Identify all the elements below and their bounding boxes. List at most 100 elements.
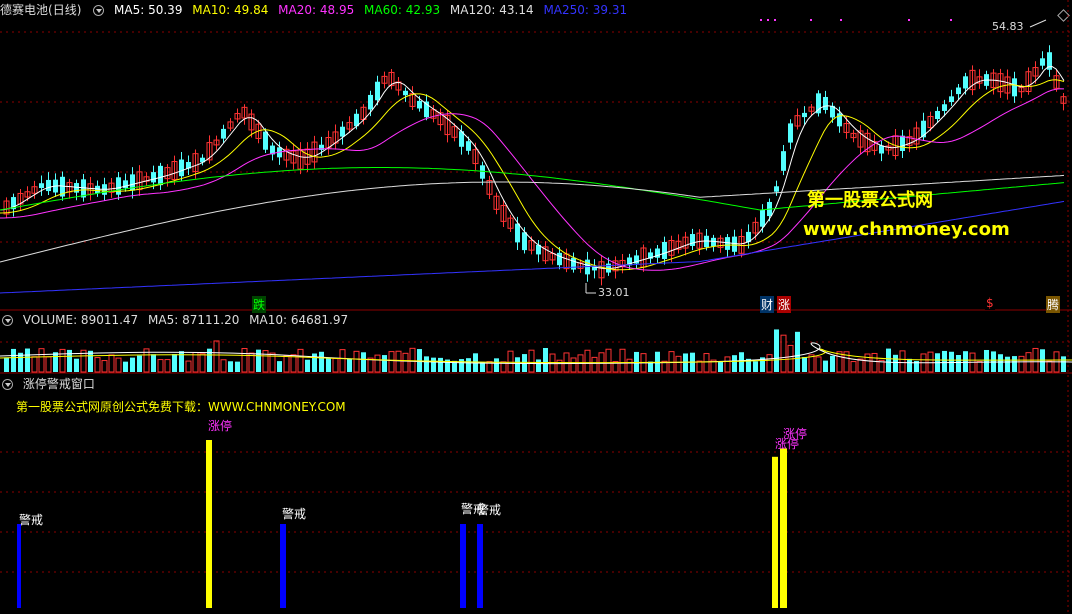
signal-label: 涨停 — [783, 427, 808, 441]
signal-bar — [780, 448, 787, 608]
candle-body — [788, 123, 793, 143]
candle-body — [921, 120, 926, 138]
volume-bar — [123, 361, 128, 372]
candle-body — [760, 209, 765, 227]
candle-body — [725, 237, 730, 250]
volume-bar — [361, 352, 366, 372]
signal-bar — [460, 524, 466, 608]
volume-bar — [494, 358, 499, 372]
candle-body — [368, 94, 373, 110]
candle-body — [403, 90, 408, 96]
volume-bar — [605, 348, 612, 373]
candle-body — [935, 110, 940, 120]
candle-body — [221, 128, 226, 139]
marker-dot — [760, 19, 762, 21]
promo-text: 第一股票公式网原创公式免费下载：WWW.CHNMONEY.COM — [16, 400, 346, 414]
indicator-title: 涨停警戒窗口 — [22, 377, 95, 391]
volume-bar — [570, 357, 577, 373]
indicator-collapse-icon[interactable] — [2, 379, 13, 390]
candle-body — [732, 236, 737, 252]
candle-body — [515, 223, 520, 243]
volume-bar — [115, 357, 122, 373]
volume-bar — [388, 351, 395, 373]
event-tag-surge[interactable]: 腾 — [1046, 296, 1061, 313]
volume-collapse-icon[interactable] — [2, 315, 13, 326]
volume-bar — [591, 356, 598, 373]
volume-bar — [1046, 360, 1053, 373]
volume-bar — [718, 361, 723, 372]
volume-bar — [1012, 356, 1017, 372]
volume-bar — [101, 360, 108, 373]
volume-bar — [766, 354, 773, 373]
event-tag-finance[interactable]: 财 — [760, 296, 775, 313]
volume-bar — [857, 358, 864, 373]
event-tag-rise[interactable]: 涨 — [777, 296, 792, 313]
candle-body — [340, 126, 345, 137]
candle-body — [963, 76, 968, 89]
volume-bar — [11, 348, 16, 372]
signal-bar — [280, 524, 286, 608]
candle-body — [557, 252, 562, 266]
candle-body — [956, 87, 961, 95]
volume-bar — [871, 352, 878, 373]
candle-body — [949, 96, 954, 103]
volume-bar — [38, 348, 45, 373]
volume-bar — [907, 358, 912, 372]
volume-bar — [515, 357, 520, 372]
chart-canvas[interactable] — [0, 0, 1072, 614]
candle-body — [816, 93, 821, 114]
candle-body — [774, 186, 779, 192]
volume-bar — [374, 354, 381, 373]
volume-bar — [220, 359, 227, 373]
volume-bar — [332, 358, 339, 373]
volume-bar — [185, 360, 192, 373]
volume-bar — [1025, 352, 1032, 373]
volume-bar — [459, 359, 464, 372]
volume-bar — [815, 356, 822, 373]
candle-body — [417, 100, 422, 109]
volume-bar — [886, 348, 891, 372]
volume-bar — [976, 361, 983, 373]
volume-bar — [675, 355, 682, 373]
volume-bar — [213, 340, 220, 373]
volume-bar — [584, 349, 591, 373]
volume-bar — [543, 348, 548, 372]
signal-label: 涨停 — [208, 419, 233, 433]
volume-bar — [556, 359, 563, 373]
candle-body — [466, 141, 471, 151]
signal-bar — [477, 524, 483, 608]
candle-body — [802, 112, 807, 118]
event-tag-dollar[interactable]: $ — [985, 296, 995, 310]
volume-bar — [88, 350, 93, 372]
volume-bar — [172, 354, 177, 372]
candle-body — [151, 172, 156, 183]
volume-bar — [703, 353, 710, 373]
volume-bar — [753, 361, 758, 372]
candle-body — [942, 104, 947, 111]
volume-bar — [634, 351, 639, 372]
volume-bar — [780, 334, 787, 373]
volume-bar — [536, 359, 541, 372]
event-tag-fall[interactable]: 跌 — [252, 296, 267, 313]
signal-bar — [17, 524, 21, 608]
volume-bar — [528, 349, 535, 373]
volume-bar — [795, 331, 800, 372]
volume-bar — [507, 350, 514, 373]
volume-bar — [297, 348, 304, 373]
marker-dot — [774, 19, 776, 21]
volume-ma10-label: MA10: 64681.97 — [249, 313, 349, 327]
volume-bar — [893, 354, 898, 372]
volume-bar — [108, 354, 115, 373]
volume-bar — [409, 347, 416, 373]
volume-bar — [207, 348, 212, 372]
volume-header: VOLUME: 89011.47 MA5: 87111.20 MA10: 646… — [0, 312, 354, 328]
marker-dot — [908, 19, 910, 21]
volume-bar — [179, 351, 184, 372]
volume-bar — [626, 358, 633, 373]
volume-bar — [31, 356, 38, 373]
candle-body — [711, 237, 716, 247]
volume-bar — [130, 357, 135, 372]
volume-bar — [277, 361, 282, 372]
volume-bar — [998, 354, 1003, 372]
candle-body — [662, 241, 667, 260]
